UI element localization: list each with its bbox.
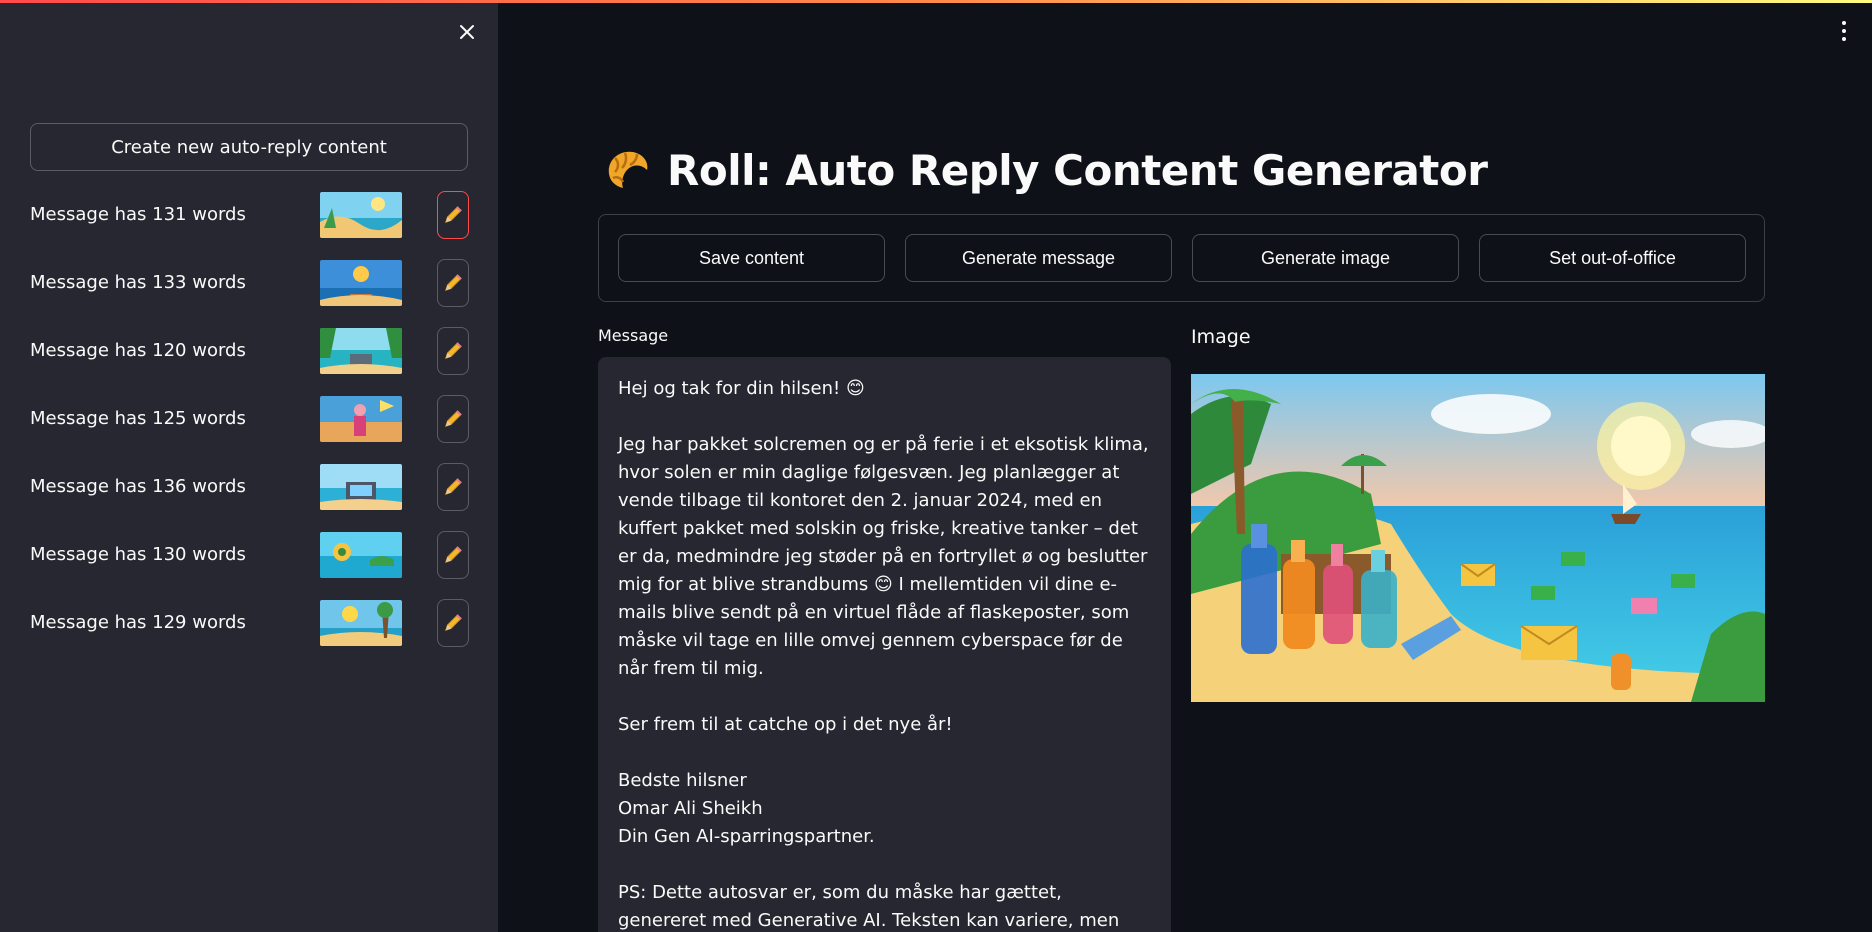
list-item: Message has 120 words [0,326,498,376]
edit-button[interactable] [437,327,469,375]
item-thumbnail [320,192,402,238]
item-label: Message has 125 words [30,408,246,429]
create-new-content-button[interactable]: Create new auto-reply content [30,123,468,171]
item-label: Message has 133 words [30,272,246,293]
croissant-icon [601,144,653,196]
main-menu-button[interactable] [1836,18,1852,44]
set-out-of-office-button[interactable]: Set out-of-office [1479,234,1746,282]
image-label: Image [1191,326,1251,348]
list-item: Message has 129 words [0,598,498,648]
item-label: Message has 136 words [30,476,246,497]
item-thumbnail [320,464,402,510]
pencil-icon [444,274,462,292]
list-item: Message has 130 words [0,530,498,580]
edit-button[interactable] [437,463,469,511]
pencil-icon [444,342,462,360]
pencil-icon [444,206,462,224]
pencil-icon [444,546,462,564]
edit-button[interactable] [437,395,469,443]
pencil-icon [444,614,462,632]
top-decoration-bar [0,0,1872,3]
item-label: Message has 120 words [30,340,246,361]
generated-image [1191,374,1765,702]
list-item: Message has 133 words [0,258,498,308]
generate-image-button[interactable]: Generate image [1192,234,1459,282]
edit-button[interactable] [437,531,469,579]
item-thumbnail [320,600,402,646]
item-label: Message has 130 words [30,544,246,565]
close-icon [460,25,474,39]
kebab-menu-icon [1842,21,1846,25]
item-thumbnail [320,396,402,442]
action-toolbar: Save content Generate message Generate i… [598,214,1765,302]
message-label: Message [598,326,669,345]
close-sidebar-button[interactable] [455,20,479,44]
kebab-menu-icon [1842,37,1846,41]
edit-button[interactable] [437,599,469,647]
sidebar: Create new auto-reply content Message ha… [0,0,498,932]
page-header: Roll: Auto Reply Content Generator [601,140,1488,200]
generate-message-button[interactable]: Generate message [905,234,1172,282]
kebab-menu-icon [1842,29,1846,33]
message-textarea[interactable]: Hej og tak for din hilsen! 😊 Jeg har pak… [598,357,1171,932]
page-title: Roll: Auto Reply Content Generator [667,145,1488,195]
edit-button[interactable] [437,191,469,239]
list-item: Message has 131 words [0,190,498,240]
pencil-icon [444,410,462,428]
item-thumbnail [320,532,402,578]
item-thumbnail [320,328,402,374]
pencil-icon [444,478,462,496]
item-thumbnail [320,260,402,306]
item-label: Message has 131 words [30,204,246,225]
list-item: Message has 136 words [0,462,498,512]
item-label: Message has 129 words [30,612,246,633]
list-item: Message has 125 words [0,394,498,444]
save-content-button[interactable]: Save content [618,234,885,282]
edit-button[interactable] [437,259,469,307]
